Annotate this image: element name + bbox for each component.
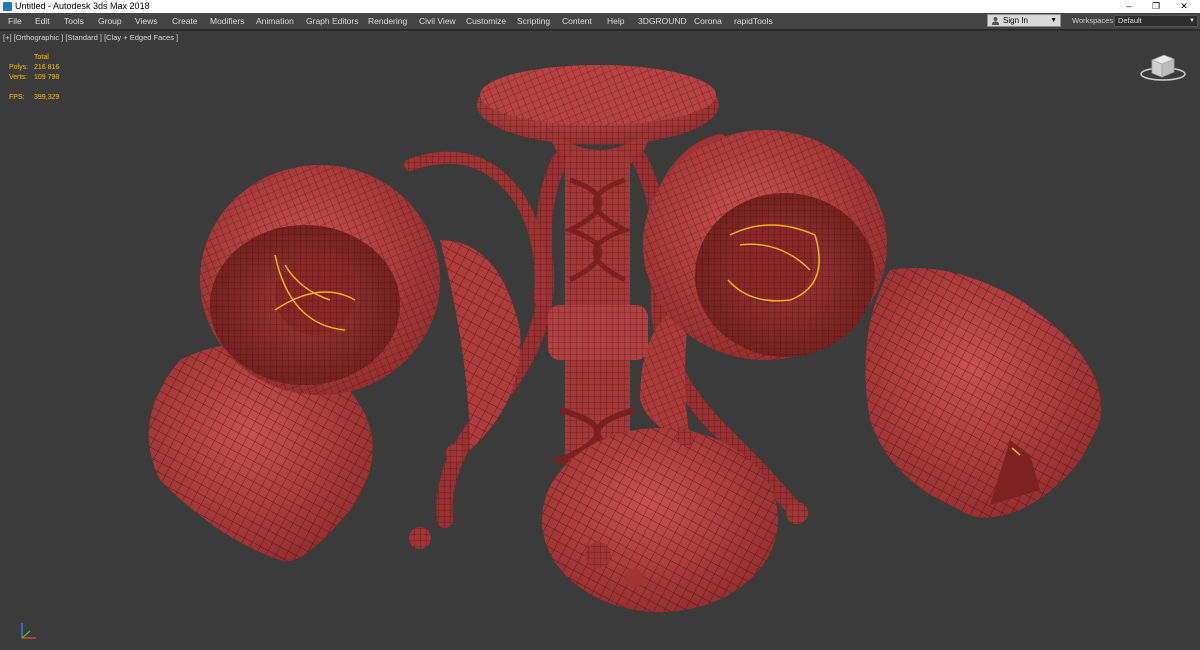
viewcube-icon[interactable] [1138,50,1188,84]
stats-header: Total [34,54,49,61]
menu-rapidtools[interactable]: rapidTools [734,13,773,29]
close-button[interactable]: ✕ [1171,0,1197,13]
menu-animation[interactable]: Animation [256,13,294,29]
workspaces-value: Default [1118,16,1142,25]
minimize-button[interactable]: – [1116,0,1142,13]
chevron-down-icon: ▼ [1189,18,1195,24]
polys-value: 216 816 [34,64,60,71]
menu-rendering[interactable]: Rendering [368,13,407,29]
menu-civil-view[interactable]: Civil View [419,13,456,29]
axis-gizmo-icon [21,623,36,639]
menu-3dground[interactable]: 3DGROUND [638,13,687,29]
menu-content[interactable]: Content [562,13,592,29]
menu-views[interactable]: Views [135,13,158,29]
workspaces-select[interactable]: Default ▼ [1114,15,1198,27]
polys-label: Polys: [9,64,29,71]
menu-help[interactable]: Help [607,13,624,29]
chevron-down-icon: ▼ [1050,17,1057,24]
menu-group[interactable]: Group [98,13,122,29]
shade-right[interactable] [865,268,1102,518]
verts-value: 109 798 [34,74,60,81]
shade-upper-right[interactable] [643,130,887,360]
scene-statistics: Total Polys: 216 816 Verts: 109 798 FPS:… [9,53,89,103]
menu-corona[interactable]: Corona [694,13,722,29]
menu-create[interactable]: Create [172,13,198,29]
menu-file[interactable]: File [8,13,22,29]
viewport-label[interactable]: [+] [Orthographic ] [Standard ] [Clay + … [3,33,178,42]
fps-label: FPS: [9,94,25,101]
verts-label: Verts: [9,74,27,81]
window-title: Untitled - Autodesk 3ds Max 2018 [15,1,150,11]
maximize-button[interactable]: ❐ [1143,0,1169,13]
menu-edit[interactable]: Edit [35,13,50,29]
menu-graph-editors[interactable]: Graph Editors [306,13,358,29]
title-bar: Untitled - Autodesk 3ds Max 2018 – ❐ ✕ [0,0,1200,13]
user-icon [991,16,1000,25]
menu-customize[interactable]: Customize [466,13,506,29]
viewport-scene[interactable] [0,30,1200,650]
menu-modifiers[interactable]: Modifiers [210,13,244,29]
app-icon [3,2,12,11]
workspaces-label: Workspaces: [1072,16,1116,25]
fps-value: 399,329 [34,94,60,101]
shade-upper-left[interactable] [200,165,440,395]
sign-in-label: Sign In [1003,16,1028,25]
menu-tools[interactable]: Tools [64,13,84,29]
menu-scripting[interactable]: Scripting [517,13,550,29]
sign-in-dropdown[interactable]: Sign In ▼ [987,14,1061,27]
shade-bottom[interactable] [542,428,778,612]
